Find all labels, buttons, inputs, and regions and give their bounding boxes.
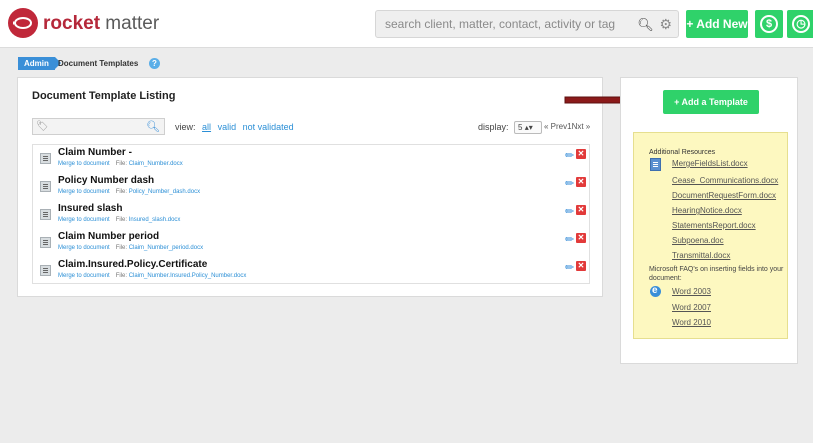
delete-icon[interactable]: ✕: [576, 205, 586, 215]
resource-link[interactable]: HearingNotice.docx: [672, 206, 742, 215]
search-placeholder: search client, matter, contact, activity…: [385, 17, 616, 31]
clock-icon: ◷: [792, 15, 810, 33]
brand-bold: rocket: [43, 13, 101, 34]
merge-link[interactable]: Merge to document: [58, 245, 110, 251]
delete-icon[interactable]: ✕: [576, 177, 586, 187]
template-name[interactable]: Insured slash: [58, 203, 122, 214]
search-icon[interactable]: 🔍︎: [637, 17, 654, 33]
document-icon: [40, 153, 51, 164]
display-value: 5: [518, 123, 523, 132]
template-name[interactable]: Claim Number period: [58, 231, 159, 242]
breadcrumb-current: Document Templates: [58, 59, 139, 68]
filter-not-validated[interactable]: not validated: [243, 122, 294, 132]
file-link[interactable]: Claim_Number_period.docx: [129, 245, 203, 251]
tag-search-input[interactable]: 🏷︎ 🔍︎: [32, 118, 165, 135]
word-link[interactable]: Word 2010: [672, 318, 711, 327]
merge-link[interactable]: Merge to document: [58, 189, 110, 195]
resource-link[interactable]: Cease_Communications.docx: [672, 176, 778, 185]
timer-button[interactable]: ◷: [787, 10, 813, 38]
template-name[interactable]: Claim Number -: [58, 147, 132, 158]
browser-icon: [650, 285, 661, 297]
global-search-input[interactable]: search client, matter, contact, activity…: [375, 10, 679, 38]
resource-link[interactable]: Subpoena.doc: [672, 236, 724, 245]
list-item: Insured slash Merge to document File: Ins…: [33, 201, 591, 229]
pencil-icon[interactable]: ✏︎: [565, 205, 574, 218]
pencil-icon[interactable]: ✏︎: [565, 177, 574, 190]
file-label: File:: [115, 217, 128, 223]
display-count: display: 5 ▴▾: [478, 121, 543, 134]
add-template-button[interactable]: + Add a Template: [663, 90, 759, 114]
page-title: Document Template Listing: [32, 90, 176, 102]
file-label: File:: [115, 189, 128, 195]
list-item: Claim Number period Merge to document Fil…: [33, 229, 591, 257]
document-icon: [40, 181, 51, 192]
file-link[interactable]: Claim_Number.Insured.Policy_Number.docx: [129, 273, 247, 279]
merge-link[interactable]: Merge to document: [58, 273, 110, 279]
template-name[interactable]: Policy Number dash: [58, 175, 154, 186]
search-icon[interactable]: 🔍︎: [146, 120, 160, 133]
filter-valid[interactable]: valid: [218, 122, 237, 132]
list-item: Policy Number dash Merge to document File…: [33, 173, 591, 201]
document-icon: [40, 209, 51, 220]
brand-light: matter: [100, 13, 160, 34]
resources-title: Additional Resources: [649, 149, 716, 156]
template-name[interactable]: Claim.Insured.Policy.Certificate: [58, 259, 207, 270]
delete-icon[interactable]: ✕: [576, 233, 586, 243]
file-label: File:: [115, 273, 128, 279]
additional-resources-box: Additional Resources MergeFieldsList.doc…: [633, 132, 788, 339]
view-label: view:: [175, 122, 196, 132]
delete-icon[interactable]: ✕: [576, 261, 586, 271]
add-new-button[interactable]: + Add New: [686, 10, 748, 38]
rocket-matter-logo-icon[interactable]: [8, 8, 38, 38]
document-icon: [40, 237, 51, 248]
file-link[interactable]: Claim_Number.docx: [129, 161, 183, 167]
gear-icon[interactable]: ⚙: [659, 16, 672, 33]
merge-link[interactable]: Merge to document: [58, 161, 110, 167]
rocket-icon: [13, 17, 32, 29]
display-label: display:: [478, 121, 509, 132]
resource-link[interactable]: DocumentRequestForm.docx: [672, 191, 776, 200]
dollar-icon: $: [760, 15, 778, 33]
brand-name[interactable]: rocket matter: [43, 13, 159, 35]
resource-link[interactable]: StatementsReport.docx: [672, 221, 756, 230]
delete-icon[interactable]: ✕: [576, 149, 586, 159]
file-label: File:: [115, 245, 128, 251]
help-icon[interactable]: ?: [149, 58, 160, 69]
tag-icon: 🏷︎: [36, 121, 49, 132]
merge-link[interactable]: Merge to document: [58, 217, 110, 223]
document-icon: [40, 265, 51, 276]
document-icon: [650, 158, 661, 171]
top-bar: rocket matter search client, matter, con…: [0, 0, 813, 48]
resource-link[interactable]: Transmittal.docx: [672, 251, 730, 260]
word-link[interactable]: Word 2003: [672, 287, 711, 296]
resource-link[interactable]: MergeFieldsList.docx: [672, 159, 748, 168]
pencil-icon[interactable]: ✏︎: [565, 233, 574, 246]
pagination[interactable]: « Prev1Nxt »: [544, 122, 590, 131]
file-link[interactable]: Insured_slash.docx: [129, 217, 181, 223]
word-link[interactable]: Word 2007: [672, 303, 711, 312]
file-link[interactable]: Policy_Number_dash.docx: [129, 189, 200, 195]
file-label: File:: [115, 161, 128, 167]
billing-button[interactable]: $: [755, 10, 783, 38]
breadcrumb-admin[interactable]: Admin: [18, 57, 61, 70]
filter-all[interactable]: all: [202, 122, 211, 132]
view-filter: view: all valid not validated: [175, 122, 294, 132]
side-panel: + Add a Template Additional Resources Me…: [620, 77, 798, 364]
pencil-icon[interactable]: ✏︎: [565, 149, 574, 162]
list-item: Claim.Insured.Policy.Certificate Merge t…: [33, 257, 591, 285]
template-listing-panel: Document Template Listing 🏷︎ 🔍︎ view: al…: [17, 77, 603, 297]
pencil-icon[interactable]: ✏︎: [565, 261, 574, 274]
list-item: Claim Number - Merge to document File: Cl…: [33, 145, 591, 173]
ms-faq-text: Microsoft FAQ's on inserting fields into…: [649, 266, 784, 282]
display-select[interactable]: 5 ▴▾: [514, 121, 543, 134]
template-list: Claim Number - Merge to document File: Cl…: [32, 144, 590, 284]
